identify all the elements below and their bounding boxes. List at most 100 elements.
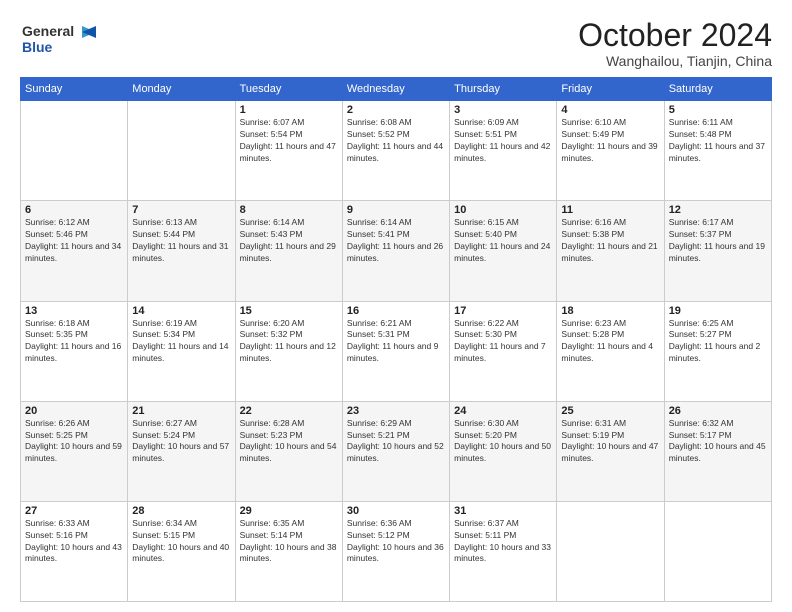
table-cell: 22Sunrise: 6:28 AM Sunset: 5:23 PM Dayli…	[235, 401, 342, 501]
day-info: Sunrise: 6:13 AM Sunset: 5:44 PM Dayligh…	[132, 217, 230, 265]
header-saturday: Saturday	[664, 78, 771, 101]
table-cell: 20Sunrise: 6:26 AM Sunset: 5:25 PM Dayli…	[21, 401, 128, 501]
table-cell: 4Sunrise: 6:10 AM Sunset: 5:49 PM Daylig…	[557, 101, 664, 201]
day-info: Sunrise: 6:17 AM Sunset: 5:37 PM Dayligh…	[669, 217, 767, 265]
day-info: Sunrise: 6:28 AM Sunset: 5:23 PM Dayligh…	[240, 418, 338, 466]
table-cell	[128, 101, 235, 201]
location: Wanghailou, Tianjin, China	[578, 53, 772, 69]
day-info: Sunrise: 6:15 AM Sunset: 5:40 PM Dayligh…	[454, 217, 552, 265]
svg-text:General: General	[22, 23, 74, 39]
table-cell: 28Sunrise: 6:34 AM Sunset: 5:15 PM Dayli…	[128, 501, 235, 601]
day-info: Sunrise: 6:25 AM Sunset: 5:27 PM Dayligh…	[669, 318, 767, 366]
day-number: 4	[561, 104, 659, 116]
day-info: Sunrise: 6:14 AM Sunset: 5:43 PM Dayligh…	[240, 217, 338, 265]
day-info: Sunrise: 6:12 AM Sunset: 5:46 PM Dayligh…	[25, 217, 123, 265]
table-cell: 15Sunrise: 6:20 AM Sunset: 5:32 PM Dayli…	[235, 301, 342, 401]
table-cell: 18Sunrise: 6:23 AM Sunset: 5:28 PM Dayli…	[557, 301, 664, 401]
table-cell: 7Sunrise: 6:13 AM Sunset: 5:44 PM Daylig…	[128, 201, 235, 301]
day-info: Sunrise: 6:34 AM Sunset: 5:15 PM Dayligh…	[132, 518, 230, 566]
header-monday: Monday	[128, 78, 235, 101]
table-cell: 17Sunrise: 6:22 AM Sunset: 5:30 PM Dayli…	[450, 301, 557, 401]
day-info: Sunrise: 6:10 AM Sunset: 5:49 PM Dayligh…	[561, 117, 659, 165]
day-number: 21	[132, 405, 230, 417]
table-cell: 25Sunrise: 6:31 AM Sunset: 5:19 PM Dayli…	[557, 401, 664, 501]
day-info: Sunrise: 6:14 AM Sunset: 5:41 PM Dayligh…	[347, 217, 445, 265]
table-cell: 16Sunrise: 6:21 AM Sunset: 5:31 PM Dayli…	[342, 301, 449, 401]
day-number: 2	[347, 104, 445, 116]
day-number: 17	[454, 305, 552, 317]
table-cell: 11Sunrise: 6:16 AM Sunset: 5:38 PM Dayli…	[557, 201, 664, 301]
day-number: 7	[132, 204, 230, 216]
day-info: Sunrise: 6:20 AM Sunset: 5:32 PM Dayligh…	[240, 318, 338, 366]
page: General Blue October 2024 Wanghailou, Ti…	[0, 0, 792, 612]
table-cell: 27Sunrise: 6:33 AM Sunset: 5:16 PM Dayli…	[21, 501, 128, 601]
day-number: 5	[669, 104, 767, 116]
day-info: Sunrise: 6:21 AM Sunset: 5:31 PM Dayligh…	[347, 318, 445, 366]
day-info: Sunrise: 6:23 AM Sunset: 5:28 PM Dayligh…	[561, 318, 659, 366]
day-number: 22	[240, 405, 338, 417]
table-cell	[557, 501, 664, 601]
day-info: Sunrise: 6:36 AM Sunset: 5:12 PM Dayligh…	[347, 518, 445, 566]
weekday-header-row: Sunday Monday Tuesday Wednesday Thursday…	[21, 78, 772, 101]
week-row-2: 6Sunrise: 6:12 AM Sunset: 5:46 PM Daylig…	[21, 201, 772, 301]
table-cell: 5Sunrise: 6:11 AM Sunset: 5:48 PM Daylig…	[664, 101, 771, 201]
day-info: Sunrise: 6:26 AM Sunset: 5:25 PM Dayligh…	[25, 418, 123, 466]
day-info: Sunrise: 6:16 AM Sunset: 5:38 PM Dayligh…	[561, 217, 659, 265]
day-number: 6	[25, 204, 123, 216]
table-cell: 9Sunrise: 6:14 AM Sunset: 5:41 PM Daylig…	[342, 201, 449, 301]
day-number: 3	[454, 104, 552, 116]
table-cell: 14Sunrise: 6:19 AM Sunset: 5:34 PM Dayli…	[128, 301, 235, 401]
day-number: 12	[669, 204, 767, 216]
header-thursday: Thursday	[450, 78, 557, 101]
table-cell: 8Sunrise: 6:14 AM Sunset: 5:43 PM Daylig…	[235, 201, 342, 301]
header: General Blue October 2024 Wanghailou, Ti…	[20, 18, 772, 69]
day-info: Sunrise: 6:19 AM Sunset: 5:34 PM Dayligh…	[132, 318, 230, 366]
day-info: Sunrise: 6:18 AM Sunset: 5:35 PM Dayligh…	[25, 318, 123, 366]
day-number: 15	[240, 305, 338, 317]
day-info: Sunrise: 6:31 AM Sunset: 5:19 PM Dayligh…	[561, 418, 659, 466]
table-cell: 29Sunrise: 6:35 AM Sunset: 5:14 PM Dayli…	[235, 501, 342, 601]
header-friday: Friday	[557, 78, 664, 101]
day-info: Sunrise: 6:11 AM Sunset: 5:48 PM Dayligh…	[669, 117, 767, 165]
day-info: Sunrise: 6:07 AM Sunset: 5:54 PM Dayligh…	[240, 117, 338, 165]
day-number: 27	[25, 505, 123, 517]
week-row-1: 1Sunrise: 6:07 AM Sunset: 5:54 PM Daylig…	[21, 101, 772, 201]
table-cell: 30Sunrise: 6:36 AM Sunset: 5:12 PM Dayli…	[342, 501, 449, 601]
day-number: 26	[669, 405, 767, 417]
week-row-3: 13Sunrise: 6:18 AM Sunset: 5:35 PM Dayli…	[21, 301, 772, 401]
table-cell: 26Sunrise: 6:32 AM Sunset: 5:17 PM Dayli…	[664, 401, 771, 501]
table-cell: 23Sunrise: 6:29 AM Sunset: 5:21 PM Dayli…	[342, 401, 449, 501]
logo: General Blue	[20, 18, 100, 67]
table-cell: 19Sunrise: 6:25 AM Sunset: 5:27 PM Dayli…	[664, 301, 771, 401]
table-cell: 1Sunrise: 6:07 AM Sunset: 5:54 PM Daylig…	[235, 101, 342, 201]
day-number: 1	[240, 104, 338, 116]
day-number: 31	[454, 505, 552, 517]
day-number: 24	[454, 405, 552, 417]
svg-text:Blue: Blue	[22, 39, 53, 55]
day-number: 23	[347, 405, 445, 417]
table-cell: 12Sunrise: 6:17 AM Sunset: 5:37 PM Dayli…	[664, 201, 771, 301]
day-number: 8	[240, 204, 338, 216]
day-info: Sunrise: 6:35 AM Sunset: 5:14 PM Dayligh…	[240, 518, 338, 566]
header-tuesday: Tuesday	[235, 78, 342, 101]
day-number: 18	[561, 305, 659, 317]
day-number: 19	[669, 305, 767, 317]
day-number: 9	[347, 204, 445, 216]
day-info: Sunrise: 6:37 AM Sunset: 5:11 PM Dayligh…	[454, 518, 552, 566]
day-number: 16	[347, 305, 445, 317]
day-number: 20	[25, 405, 123, 417]
header-sunday: Sunday	[21, 78, 128, 101]
title-block: October 2024 Wanghailou, Tianjin, China	[578, 18, 772, 69]
table-cell	[21, 101, 128, 201]
header-wednesday: Wednesday	[342, 78, 449, 101]
table-cell: 24Sunrise: 6:30 AM Sunset: 5:20 PM Dayli…	[450, 401, 557, 501]
day-info: Sunrise: 6:33 AM Sunset: 5:16 PM Dayligh…	[25, 518, 123, 566]
table-cell: 2Sunrise: 6:08 AM Sunset: 5:52 PM Daylig…	[342, 101, 449, 201]
week-row-4: 20Sunrise: 6:26 AM Sunset: 5:25 PM Dayli…	[21, 401, 772, 501]
day-info: Sunrise: 6:22 AM Sunset: 5:30 PM Dayligh…	[454, 318, 552, 366]
calendar-table: Sunday Monday Tuesday Wednesday Thursday…	[20, 77, 772, 602]
day-info: Sunrise: 6:29 AM Sunset: 5:21 PM Dayligh…	[347, 418, 445, 466]
day-number: 14	[132, 305, 230, 317]
week-row-5: 27Sunrise: 6:33 AM Sunset: 5:16 PM Dayli…	[21, 501, 772, 601]
day-number: 28	[132, 505, 230, 517]
